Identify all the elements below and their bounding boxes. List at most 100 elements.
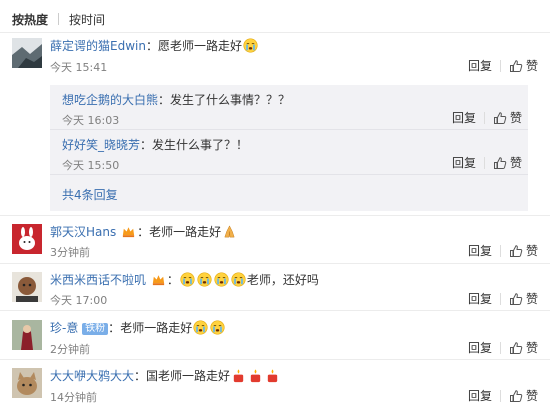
candle-emoji-icon xyxy=(248,368,263,383)
sort-bar: 按热度 按时间 xyxy=(12,9,105,29)
avatar[interactable] xyxy=(12,224,42,254)
comment-time: 14分钟前 xyxy=(50,391,97,404)
comment-time: 2分钟前 xyxy=(50,343,90,356)
comment-time: 今天 15:41 xyxy=(50,61,108,74)
comment-item: 薛定谔的猫Edwin：愿老师一路走好 今天 15:41 回复 赞 想吃企鹅的大白… xyxy=(0,33,550,215)
crying-emoji-icon xyxy=(180,272,195,287)
thumbs-up-icon xyxy=(509,59,523,73)
avatar[interactable] xyxy=(12,368,42,398)
thumbs-up-icon xyxy=(509,244,523,258)
thumbs-up-icon xyxy=(509,389,523,403)
action-divider xyxy=(499,59,501,72)
avatar[interactable] xyxy=(12,272,42,302)
thumbs-up-icon xyxy=(493,156,507,170)
crying-emoji-icon xyxy=(210,320,225,335)
like-label: 赞 xyxy=(525,59,538,73)
username-link[interactable]: 珍-意 xyxy=(50,321,78,335)
comment-time: 3分钟前 xyxy=(50,246,90,259)
crying-emoji-icon xyxy=(243,38,258,53)
username-link[interactable]: 薛定谔的猫Edwin xyxy=(50,39,146,53)
action-divider xyxy=(499,244,501,257)
vip-crown-icon xyxy=(151,272,166,287)
thumbs-up-icon xyxy=(509,341,523,355)
avatar[interactable] xyxy=(12,38,42,68)
like-button[interactable]: 赞 xyxy=(493,154,522,171)
divider xyxy=(50,174,528,175)
reply-item: 想吃企鹅的大白熊：发生了什么事情？？？ 今天 16:03 回复 赞 xyxy=(50,85,528,130)
like-button[interactable]: 赞 xyxy=(493,109,522,126)
reply-button[interactable]: 回复 xyxy=(468,290,492,307)
username-link[interactable]: 郭天汉Hans xyxy=(50,225,116,239)
username-link[interactable]: 米西米西话不啦叽 xyxy=(50,273,146,287)
pray-hands-emoji-icon xyxy=(222,224,237,239)
reply-time: 今天 15:50 xyxy=(62,159,120,172)
comment-actions: 回复 赞 xyxy=(468,339,538,356)
comment-text: 珍-意 铁粉 ：老师一路走好 xyxy=(50,320,226,336)
like-button[interactable]: 赞 xyxy=(509,339,538,356)
comment-text: 大大咿大鸦大大：国老师一路走好 xyxy=(50,368,281,384)
comment-item: 郭天汉Hans ：老师一路走好 3分钟前 回复 赞 xyxy=(0,216,550,263)
crying-emoji-icon xyxy=(214,272,229,287)
reply-button[interactable]: 回复 xyxy=(452,109,476,126)
comment-panel: 按热度 按时间 薛定谔的猫Edwin：愿老师一路走好 今天 15:41 回复 赞… xyxy=(0,0,550,415)
reply-actions: 回复 赞 xyxy=(452,109,522,126)
like-label: 赞 xyxy=(525,341,538,355)
reply-button[interactable]: 回复 xyxy=(468,57,492,74)
thumbs-up-icon xyxy=(493,111,507,125)
like-label: 赞 xyxy=(509,156,522,170)
crying-emoji-icon xyxy=(197,272,212,287)
action-divider xyxy=(483,156,485,169)
like-button[interactable]: 赞 xyxy=(509,57,538,74)
sort-by-time-tab[interactable]: 按时间 xyxy=(69,11,105,28)
reply-button[interactable]: 回复 xyxy=(468,387,492,404)
reply-button[interactable]: 回复 xyxy=(452,154,476,171)
action-divider xyxy=(499,389,501,402)
comment-item: 珍-意 铁粉 ：老师一路走好 2分钟前 回复 赞 xyxy=(0,311,550,359)
comment-text: 米西米西话不啦叽 ：老师，还好吗 xyxy=(50,272,319,287)
reply-time: 今天 16:03 xyxy=(62,114,120,127)
comment-body: 国老师一路走好 xyxy=(146,369,231,383)
like-label: 赞 xyxy=(525,244,538,258)
reply-body: 发生什么事了？！ xyxy=(152,138,249,152)
crying-emoji-icon xyxy=(193,320,208,335)
reply-button[interactable]: 回复 xyxy=(468,242,492,259)
comment-body: 老师一路走好 xyxy=(120,321,193,335)
action-divider xyxy=(499,292,501,305)
like-label: 赞 xyxy=(525,292,538,306)
like-label: 赞 xyxy=(509,111,522,125)
comment-actions: 回复 赞 xyxy=(468,242,538,259)
username-link[interactable]: 想吃企鹅的大白熊 xyxy=(62,93,158,107)
reply-body: 发生了什么事情？？？ xyxy=(170,93,291,107)
thumbs-up-icon xyxy=(509,292,523,306)
comment-item: 大大咿大鸦大大：国老师一路走好 14分钟前 回复 赞 xyxy=(0,360,550,415)
like-label: 赞 xyxy=(525,389,538,403)
reply-button[interactable]: 回复 xyxy=(468,339,492,356)
comment-item: 米西米西话不啦叽 ：老师，还好吗 今天 17:00 回复 赞 xyxy=(0,264,550,310)
action-divider xyxy=(483,111,485,124)
action-divider xyxy=(499,341,501,354)
comment-text: 郭天汉Hans ：老师一路走好 xyxy=(50,224,238,240)
like-button[interactable]: 赞 xyxy=(509,387,538,404)
like-button[interactable]: 赞 xyxy=(509,290,538,307)
username-link[interactable]: 大大咿大鸦大大 xyxy=(50,369,134,383)
reply-thread: 想吃企鹅的大白熊：发生了什么事情？？？ 今天 16:03 回复 赞 好好笑_晓晓… xyxy=(50,85,528,211)
avatar[interactable] xyxy=(12,320,42,350)
comment-actions: 回复 赞 xyxy=(468,57,538,74)
reply-actions: 回复 赞 xyxy=(452,154,522,171)
comment-body: 老师，还好吗 xyxy=(246,273,319,287)
like-button[interactable]: 赞 xyxy=(509,242,538,259)
sort-by-hot-tab[interactable]: 按热度 xyxy=(12,11,48,28)
username-link[interactable]: 好好笑_晓晓芳 xyxy=(62,138,140,152)
comment-text: 薛定谔的猫Edwin：愿老师一路走好 xyxy=(50,38,259,54)
more-replies-link[interactable]: 共4条回复 xyxy=(62,186,118,203)
vip-crown-icon xyxy=(121,224,136,239)
comment-actions: 回复 赞 xyxy=(468,290,538,307)
comment-actions: 回复 赞 xyxy=(468,387,538,404)
reply-item: 好好笑_晓晓芳：发生什么事了？！ 今天 15:50 回复 赞 xyxy=(50,130,528,175)
comment-time: 今天 17:00 xyxy=(50,294,108,307)
reply-text: 好好笑_晓晓芳：发生什么事了？！ xyxy=(62,138,249,152)
fan-badge: 铁粉 xyxy=(82,323,109,335)
candle-emoji-icon xyxy=(265,368,280,383)
comment-body: 老师一路走好 xyxy=(149,225,222,239)
sort-divider xyxy=(58,13,60,25)
